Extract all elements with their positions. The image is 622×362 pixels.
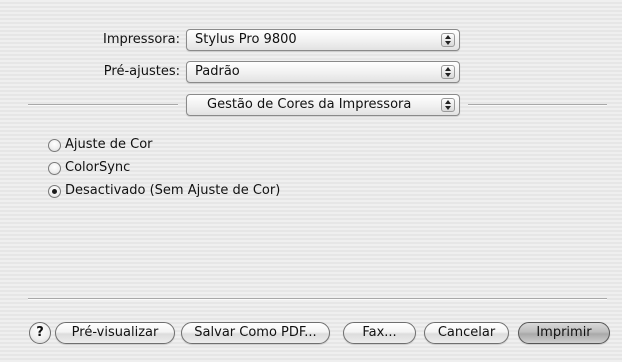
presets-label: Pré-ajustes: [103,64,180,79]
radio-label: Ajuste de Cor [65,137,153,152]
radio-icon[interactable] [48,138,61,152]
panel-selector-popup[interactable]: Gestão de Cores da Impressora [186,94,460,116]
popup-arrows-icon [441,65,455,79]
preview-button[interactable]: Pré-visualizar [55,322,175,344]
radio-checked-icon[interactable] [48,184,61,198]
help-button[interactable]: ? [29,322,51,344]
radio-color-adjustment[interactable]: Ajuste de Cor [48,136,153,154]
printer-popup[interactable]: Stylus Pro 9800 [186,29,460,51]
panel-selector-value: Gestão de Cores da Impressora [207,97,412,112]
fax-button[interactable]: Fax... [343,322,416,344]
presets-popup[interactable]: Padrão [186,61,460,83]
radio-disabled[interactable]: Desactivado (Sem Ajuste de Cor) [48,182,280,200]
popup-arrows-icon [441,98,455,112]
separator-left [28,104,178,106]
separator-right [468,104,607,106]
save-as-pdf-button[interactable]: Salvar Como PDF... [181,322,330,344]
presets-popup-value: Padrão [195,64,240,79]
printer-popup-value: Stylus Pro 9800 [195,32,297,47]
radio-label: Desactivado (Sem Ajuste de Cor) [65,183,281,198]
popup-arrows-icon [441,33,455,47]
print-button[interactable]: Imprimir [518,322,610,344]
radio-icon[interactable] [48,161,61,175]
cancel-button[interactable]: Cancelar [424,322,509,344]
radio-label: ColorSync [65,160,131,175]
radio-colorsync[interactable]: ColorSync [48,159,130,177]
printer-label: Impressora: [103,32,180,47]
bottom-separator [28,298,607,300]
